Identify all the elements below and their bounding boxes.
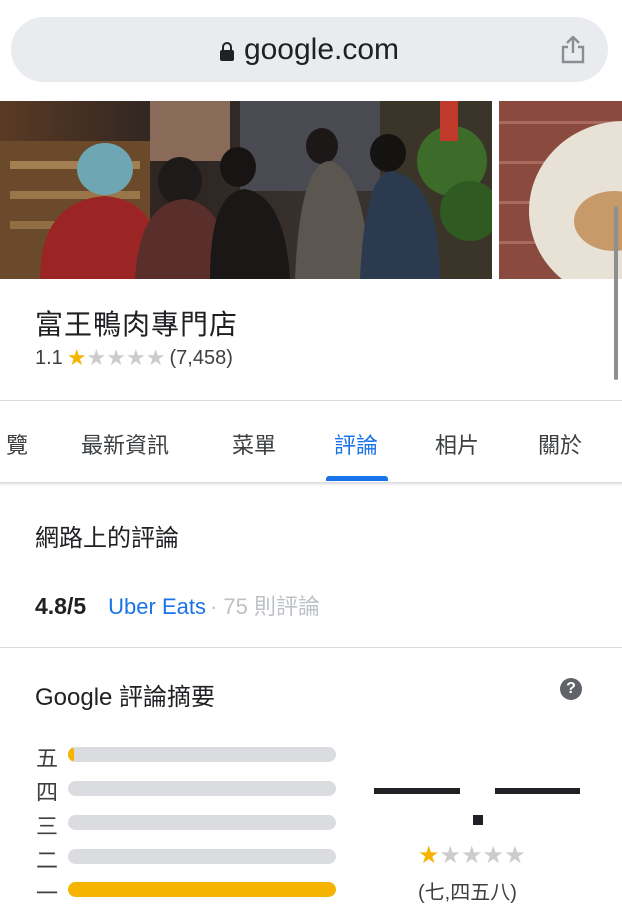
address-bar[interactable]: google.com <box>11 17 608 82</box>
tab-updates[interactable]: 最新資訊 <box>81 428 169 460</box>
tab-bar: 覽 最新資訊 菜單 評論 相片 關於 <box>0 402 622 484</box>
distribution-bar-4 <box>68 781 336 796</box>
address-text-wrap: google.com <box>11 17 608 82</box>
food-photo-drawing <box>499 101 622 279</box>
web-reviews-title: 網路上的評論 <box>35 525 179 552</box>
divider <box>0 647 622 648</box>
summary-average-rating <box>374 786 580 826</box>
star-icon: ★ <box>126 345 146 370</box>
business-rating-row[interactable]: 1.1 ★★★★★ (7,458) <box>35 345 233 371</box>
distribution-label-5: 五 <box>35 746 58 771</box>
photo-food[interactable] <box>499 101 622 279</box>
tab-photos[interactable]: 相片 <box>435 428 479 460</box>
distribution-fill <box>68 882 336 897</box>
distribution-bar-3 <box>68 815 336 830</box>
business-star-rating: ★★★★★ <box>67 345 166 371</box>
summary-star-rating: ★★★★★ <box>418 841 526 870</box>
web-review-source-link[interactable]: Uber Eats <box>108 594 206 620</box>
business-name: 富王鴨肉專門店 <box>35 309 239 340</box>
distribution-fill <box>68 747 74 762</box>
review-summary-title: Google 評論摘要 <box>35 684 216 711</box>
star-icon: ★ <box>145 345 166 370</box>
photo-storefront[interactable] <box>0 101 492 279</box>
star-icon: ★ <box>418 842 440 869</box>
help-icon[interactable]: ? <box>560 678 582 700</box>
distribution-bar-2 <box>68 849 336 864</box>
star-icon: ★ <box>66 345 87 370</box>
web-review-row[interactable]: 4.8/5 Uber Eats · 75 則評論 <box>35 589 320 619</box>
tab-reviews[interactable]: 評論 <box>334 428 378 460</box>
tab-overview[interactable]: 覽 <box>6 428 28 460</box>
share-icon[interactable] <box>558 34 588 64</box>
divider <box>0 400 622 401</box>
tab-about[interactable]: 關於 <box>538 428 582 460</box>
active-tab-indicator <box>326 476 388 481</box>
storefront-photo-drawing <box>0 101 492 279</box>
summary-review-count: (七,四五八) <box>418 882 517 904</box>
star-icon: ★ <box>482 842 505 869</box>
star-icon: ★ <box>504 842 526 869</box>
tab-bar-shadow <box>0 482 622 486</box>
photo-carousel[interactable] <box>0 101 622 279</box>
web-review-score: 4.8/5 <box>35 593 87 619</box>
star-icon: ★ <box>86 345 107 370</box>
distribution-bar-1 <box>68 882 336 897</box>
star-icon: ★ <box>461 842 483 869</box>
lock-icon <box>219 41 234 61</box>
address-domain: google.com <box>243 32 400 66</box>
tab-menu[interactable]: 菜單 <box>232 428 276 460</box>
distribution-label-2: 二 <box>35 848 58 873</box>
distribution-label-1: 一 <box>35 881 58 906</box>
star-icon: ★ <box>439 842 462 869</box>
web-review-count: · 75 則評論 <box>209 594 321 619</box>
distribution-label-4: 四 <box>35 780 58 805</box>
scrollbar-thumb[interactable] <box>614 206 618 380</box>
star-icon: ★ <box>106 345 127 370</box>
distribution-bar-5 <box>68 747 336 762</box>
distribution-label-3: 三 <box>35 814 58 839</box>
business-rating-value: 1.1 <box>35 346 63 369</box>
business-review-count: (7,458) <box>169 346 233 369</box>
